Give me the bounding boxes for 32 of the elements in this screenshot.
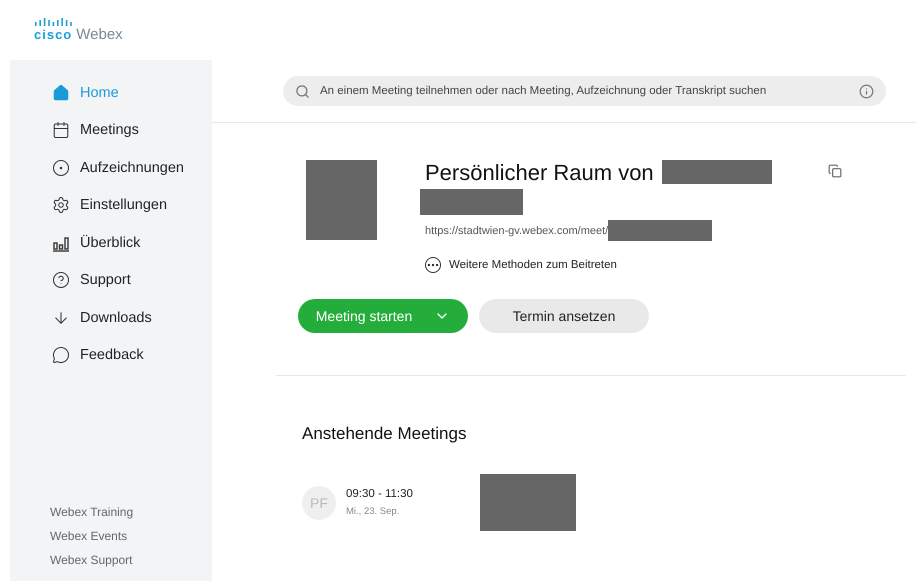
info-icon[interactable] (859, 84, 874, 98)
sidebar-item[interactable]: Support (52, 268, 212, 293)
meeting-date: Mi., 23. Sep. (346, 506, 400, 517)
footer-link[interactable]: Webex Support (50, 553, 212, 567)
logo-product: Webex (76, 26, 123, 43)
more-methods-link[interactable]: Weitere Methoden zum Beitreten (425, 257, 842, 273)
search-field[interactable]: An einem Meeting teilnehmen oder nach Meeting, Aufzeichnung oder Transkript suchen (318, 84, 851, 98)
footer-link[interactable]: Webex Training (50, 505, 212, 519)
record-icon (52, 158, 70, 177)
room-title: Persönlicher Raum von (425, 160, 654, 186)
schedule-button[interactable]: Termin ansetzen (479, 299, 649, 333)
search-icon (295, 84, 310, 98)
sidebar-item[interactable]: Aufzeichnungen (52, 155, 212, 180)
sidebar-item[interactable]: Downloads (52, 305, 212, 330)
section-heading: Anstehende Meetings (302, 424, 468, 444)
search-bar[interactable]: An einem Meeting teilnehmen oder nach Meeting, Aufzeichnung oder Transkript suchen (283, 76, 886, 106)
logo-brand: cisco (34, 28, 72, 41)
ellipsis-icon (425, 257, 441, 273)
footer-link[interactable]: Webex Events (50, 529, 212, 543)
meeting-url[interactable]: https://stadtwien-gv.webex.com/meet/ (425, 224, 608, 236)
sidebar-item[interactable]: Feedback (52, 342, 212, 368)
calendar-icon (52, 121, 70, 140)
home-icon (52, 84, 70, 102)
meeting-time: 09:30 - 11:30 (346, 488, 414, 500)
help-icon (52, 271, 70, 290)
sidebar-item[interactable]: Meetings (52, 118, 212, 143)
sidebar-item[interactable]: Überblick (52, 230, 212, 256)
sidebar-item[interactable]: Einstellungen (52, 192, 212, 218)
copy-icon[interactable] (828, 164, 842, 178)
settings-icon (52, 196, 70, 214)
logo-bars-icon (34, 17, 74, 26)
chat-bubble-icon (52, 346, 70, 364)
